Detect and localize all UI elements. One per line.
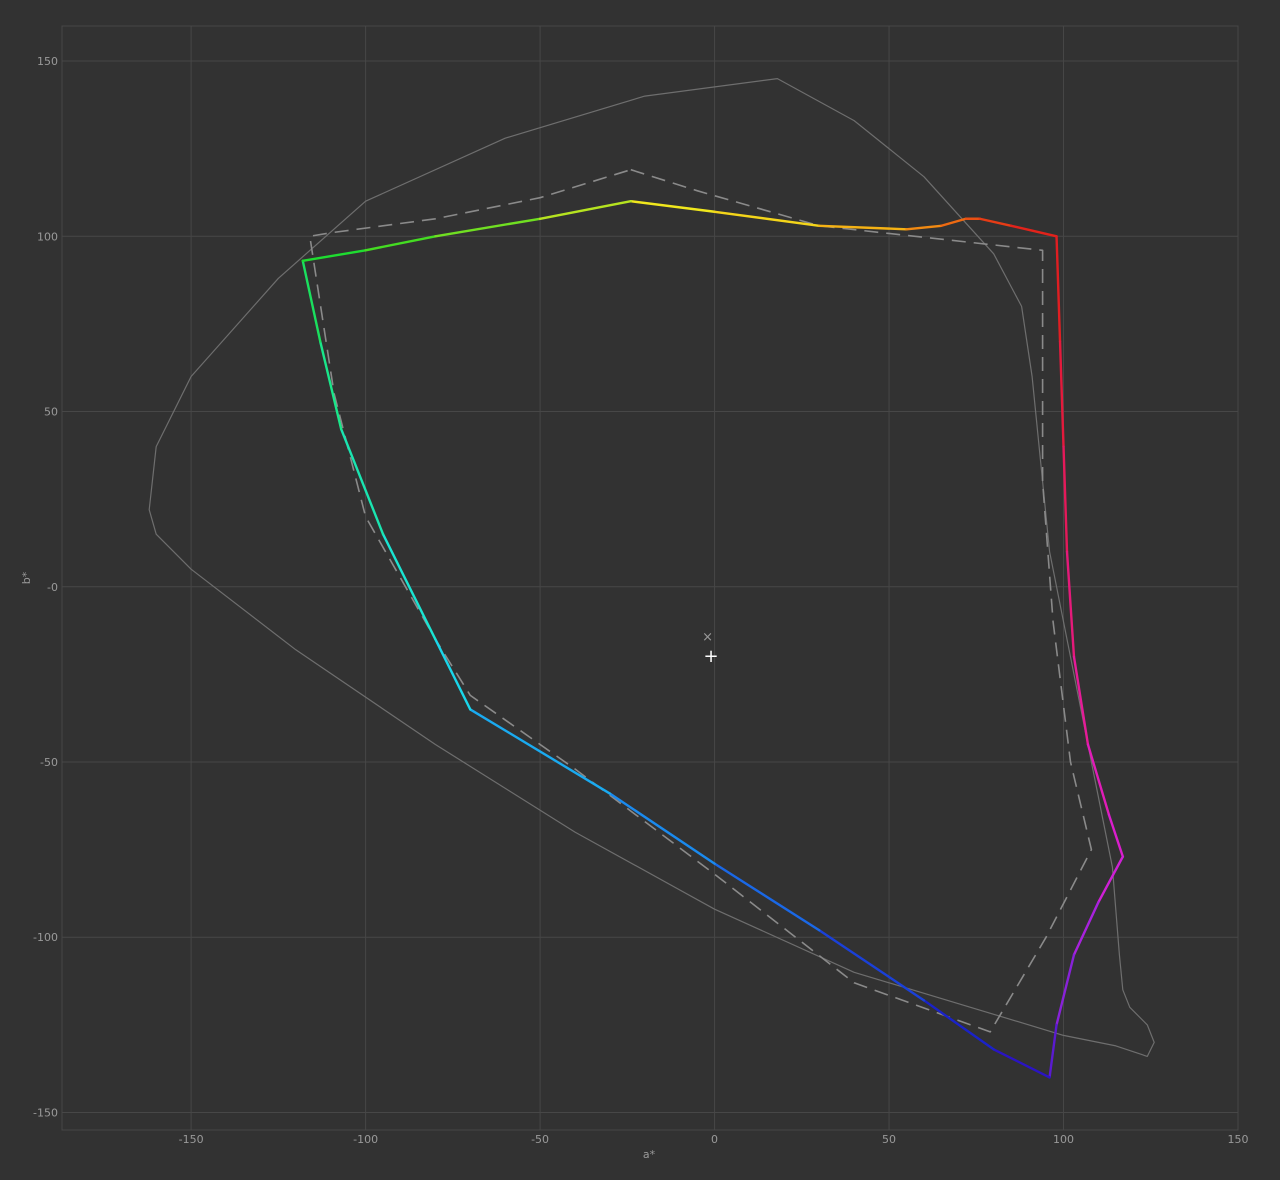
gamut-segment <box>629 200 716 213</box>
gamut-segment <box>818 929 926 1002</box>
gamut-segment <box>1055 235 1062 343</box>
series-layer <box>148 78 1155 1079</box>
gamut-segment <box>1107 813 1125 858</box>
grid <box>62 26 1239 1130</box>
gamut-segment <box>538 200 633 220</box>
x-tick-label: -50 <box>531 1133 549 1146</box>
gamut-segment <box>1062 445 1069 553</box>
gamut-segment <box>713 210 821 227</box>
gamut-segment <box>608 792 716 865</box>
gamut-segment <box>1065 550 1076 659</box>
gamut-segment <box>940 217 968 227</box>
y-tick-label: -50 <box>40 756 58 769</box>
x-tick-label: 100 <box>1053 1133 1074 1146</box>
x-axis-title: a* <box>643 1148 656 1161</box>
gamut-segment <box>1097 855 1125 904</box>
gamut-segment <box>1072 900 1100 956</box>
y-tick-label: -100 <box>33 931 58 944</box>
white-point-plus-marker: + <box>704 646 719 667</box>
gamut-segment <box>978 217 1013 227</box>
gamut-segment <box>1055 953 1076 1027</box>
white-point-cross-marker: × <box>702 630 713 645</box>
y-tick-label: 50 <box>44 406 58 419</box>
gamut-segment <box>992 1048 1051 1079</box>
y-tick-label: 100 <box>37 230 58 243</box>
x-tick-label: 0 <box>711 1133 718 1146</box>
gamut-segment <box>922 999 995 1051</box>
plot-frame <box>61 25 1239 1131</box>
x-tick-label: -150 <box>179 1133 204 1146</box>
marker-layer: ×+ <box>702 630 718 667</box>
y-tick-label: -0 <box>47 581 58 594</box>
y-tick-label: 150 <box>37 55 58 68</box>
gamut-segment <box>1058 340 1065 448</box>
gamut-segment <box>1086 743 1111 816</box>
x-tick-label: 150 <box>1228 1133 1249 1146</box>
gamut-segment <box>364 235 437 252</box>
y-tick-label: -150 <box>33 1106 58 1119</box>
gamut-segment <box>339 427 385 536</box>
gamut-segment <box>319 340 343 431</box>
gamut-segment <box>713 862 821 932</box>
gamut-segment <box>434 217 542 238</box>
gamut-plot: ×+ -150 -100 -50 0 50 100 150 150 100 50 -0 -50 -100… <box>20 25 1249 1161</box>
x-tick-label: 50 <box>882 1133 896 1146</box>
gamut-segment <box>301 259 322 343</box>
gamut-segment <box>1072 655 1090 746</box>
x-tick-label: -100 <box>353 1133 378 1146</box>
gamut-segment <box>905 224 943 231</box>
y-axis-title: b* <box>20 571 33 584</box>
reference-gamut-dashed <box>309 168 1093 1033</box>
gamut-segment <box>1009 224 1058 238</box>
gamut-segment <box>434 638 472 711</box>
